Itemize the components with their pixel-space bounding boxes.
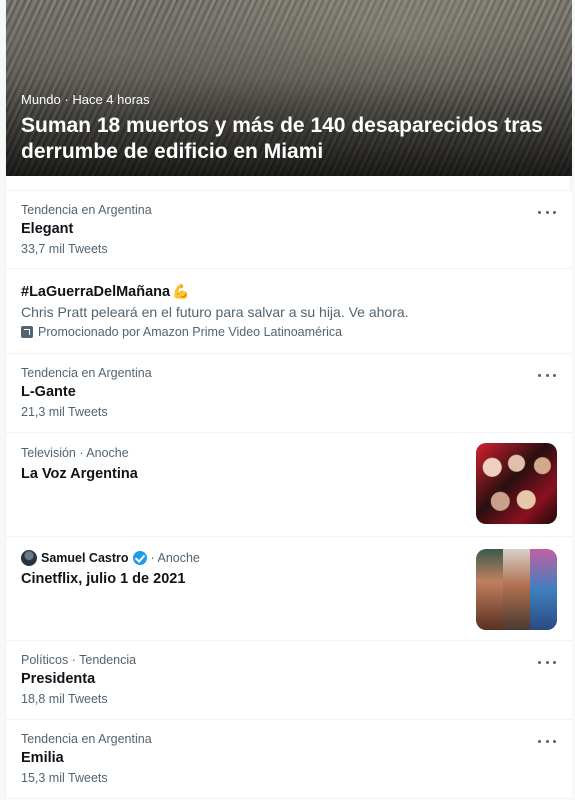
promo-description: Chris Pratt peleará en el futuro para sa… bbox=[21, 304, 409, 320]
trend-count: 18,8 mil Tweets bbox=[21, 692, 108, 706]
author-row: Samuel Castro · Anoche bbox=[21, 550, 200, 566]
more-horizontal-icon[interactable] bbox=[538, 732, 556, 750]
trend-context: Tendencia en Argentina bbox=[21, 366, 152, 380]
event-title: La Voz Argentina bbox=[21, 466, 138, 482]
promo-hashtag: #LaGuerraDelMañana 💪 bbox=[21, 283, 190, 300]
verified-badge-icon bbox=[132, 551, 147, 565]
more-horizontal-icon[interactable] bbox=[538, 366, 556, 384]
trend-name: Elegant bbox=[21, 221, 74, 237]
topic-title: Cinetflix, julio 1 de 2021 bbox=[21, 571, 186, 587]
hero-news-card[interactable]: Mundo · Hace 4 horas Suman 18 muertos y … bbox=[6, 0, 572, 176]
hero-category: Mundo bbox=[21, 92, 61, 107]
flexed-biceps-emoji: 💪 bbox=[172, 283, 190, 299]
tweet-topic-item[interactable]: Samuel Castro · Anoche Cinetflix, julio … bbox=[6, 537, 572, 641]
explore-feed: Mundo · Hace 4 horas Suman 18 muertos y … bbox=[5, 0, 572, 800]
author-name: Samuel Castro bbox=[41, 551, 129, 565]
trend-count: 15,3 mil Tweets bbox=[21, 771, 108, 785]
trend-count: 33,7 mil Tweets bbox=[21, 242, 108, 256]
trend-name: L-Gante bbox=[21, 384, 76, 400]
trend-context: Políticos · Tendencia bbox=[21, 653, 137, 667]
promo-attribution: Promocionado por Amazon Prime Video Lati… bbox=[21, 325, 342, 339]
topic-thumbnail bbox=[476, 549, 557, 630]
event-item[interactable]: Televisión · Anoche La Voz Argentina bbox=[6, 433, 572, 537]
more-horizontal-icon[interactable] bbox=[538, 203, 556, 221]
promo-by-text: Promocionado por Amazon Prime Video Lati… bbox=[38, 325, 343, 339]
trend-item[interactable]: Tendencia en Argentina Emilia 15,3 mil T… bbox=[6, 720, 572, 799]
trend-item[interactable]: Tendencia en Argentina L-Gante 21,3 mil … bbox=[6, 354, 572, 433]
promoted-icon bbox=[21, 326, 33, 338]
trend-item[interactable]: Políticos · Tendencia Presidenta 18,8 mi… bbox=[6, 641, 572, 720]
trend-context: Tendencia en Argentina bbox=[21, 732, 152, 746]
trend-count: 21,3 mil Tweets bbox=[21, 405, 108, 419]
trend-name: Presidenta bbox=[21, 671, 96, 687]
promo-hashtag-text: #LaGuerraDelMañana bbox=[21, 284, 171, 300]
author-time: · Anoche bbox=[150, 551, 200, 565]
trend-context: Tendencia en Argentina bbox=[21, 203, 152, 217]
hero-meta: Mundo · Hace 4 horas bbox=[21, 92, 150, 107]
more-horizontal-icon[interactable] bbox=[538, 653, 556, 671]
avatar bbox=[21, 550, 37, 566]
event-meta: Televisión · Anoche bbox=[21, 446, 129, 460]
hero-time: Hace 4 horas bbox=[72, 92, 150, 107]
event-thumbnail bbox=[476, 443, 557, 524]
trend-name: Emilia bbox=[21, 750, 64, 766]
promoted-trend-item[interactable]: #LaGuerraDelMañana 💪 Chris Pratt peleará … bbox=[6, 269, 572, 354]
hero-title: Suman 18 muertos y más de 140 desapareci… bbox=[21, 114, 543, 163]
trend-item[interactable]: Tendencia en Argentina Elegant 33,7 mil … bbox=[6, 190, 572, 269]
